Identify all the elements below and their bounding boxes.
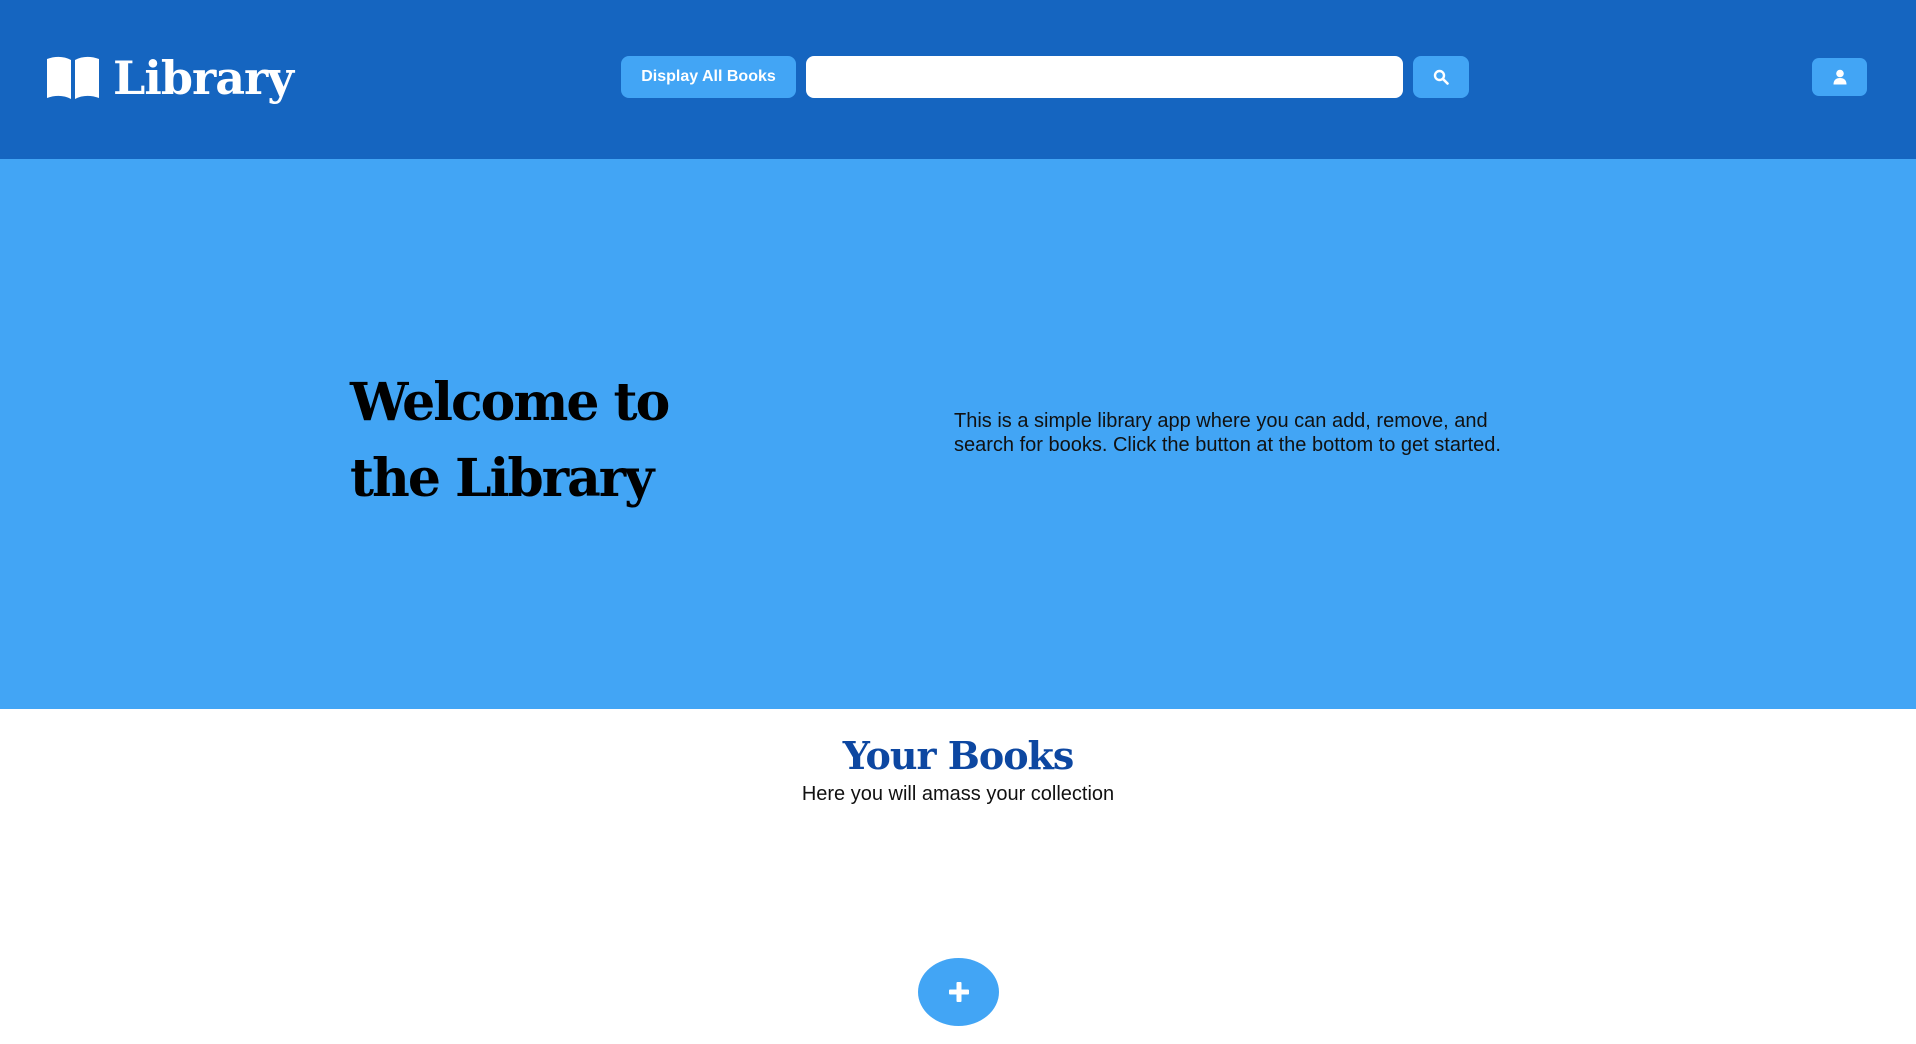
open-book-icon <box>47 56 99 99</box>
plus-icon <box>948 982 969 1002</box>
hero-section: Welcome to the Library This is a simple … <box>0 159 1916 709</box>
hero-description: This is a simple library app where you c… <box>954 410 1501 456</box>
page: Library Display All Books Welcome to the… <box>0 0 1916 1044</box>
brand-title: Library <box>113 51 294 105</box>
brand-logo[interactable]: Library <box>45 48 294 108</box>
search-input[interactable] <box>806 56 1403 98</box>
display-all-books-button[interactable]: Display All Books <box>621 56 796 98</box>
books-section-title: Your Books <box>842 733 1075 778</box>
search-icon <box>1433 69 1449 85</box>
top-header: Library Display All Books <box>0 0 1916 159</box>
user-account-button[interactable] <box>1812 58 1867 96</box>
user-icon <box>1833 69 1846 85</box>
add-book-button[interactable] <box>918 958 999 1026</box>
books-section-subtitle: Here you will amass your collection <box>801 783 1115 805</box>
search-button[interactable] <box>1413 56 1469 98</box>
hero-title: Welcome to the Library <box>350 372 670 509</box>
